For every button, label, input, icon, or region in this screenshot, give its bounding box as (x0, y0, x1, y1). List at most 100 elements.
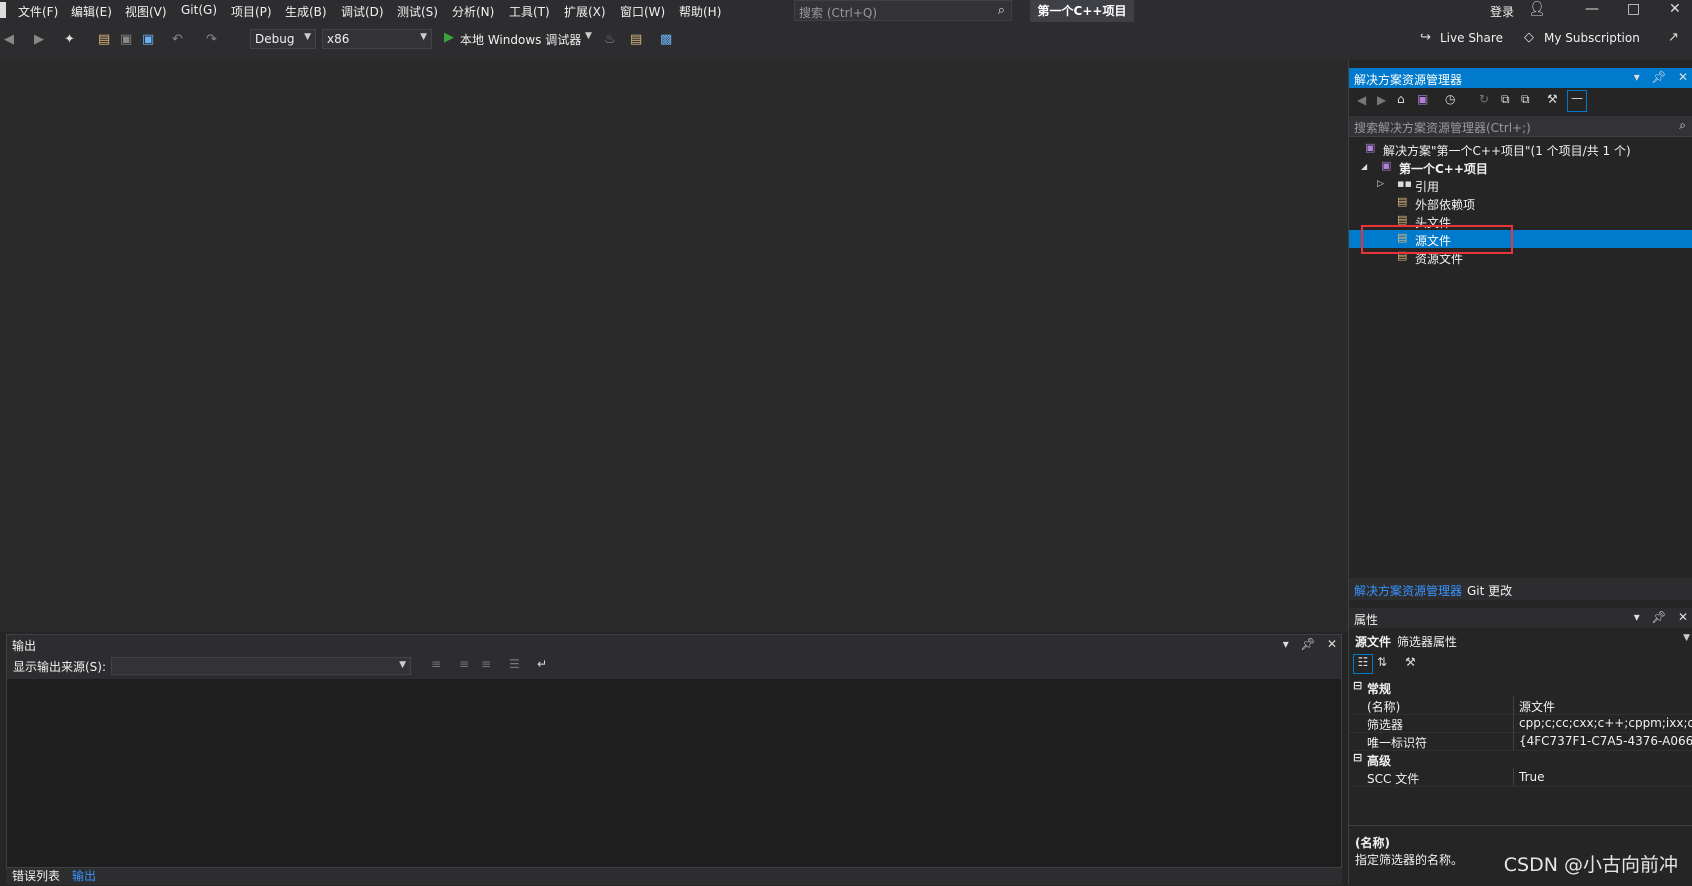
subscription-button[interactable]: My Subscription (1544, 31, 1640, 45)
dropdown-icon[interactable]: ▾ (1634, 70, 1640, 84)
word-wrap-icon[interactable]: ↵ (537, 657, 547, 671)
live-share-button[interactable]: Live Share (1440, 31, 1503, 45)
tab-error-list[interactable]: 错误列表 (6, 868, 66, 885)
dropdown-icon[interactable]: ▾ (1634, 610, 1640, 624)
back-icon[interactable]: ◀ (4, 32, 14, 47)
menu-edit[interactable]: 编辑(E) (71, 3, 112, 20)
tree-external-deps-label: 外部依赖项 (1415, 198, 1476, 212)
column-divider (1513, 714, 1514, 732)
maximize-icon[interactable]: □ (1627, 1, 1640, 17)
undo-icon[interactable]: ↶ (172, 32, 183, 47)
run-debugger-button[interactable]: 本地 Windows 调试器 (460, 31, 581, 48)
collapse-all-icon[interactable]: ⧉ (1501, 92, 1510, 107)
close-icon[interactable]: ✕ (1327, 637, 1337, 651)
menu-tools[interactable]: 工具(T) (509, 3, 550, 20)
project-icon: ▣ (1381, 159, 1392, 172)
save-all-icon[interactable]: ▣ (142, 32, 154, 47)
menu-build[interactable]: 生成(B) (285, 3, 327, 20)
property-pages-icon[interactable]: ⚒ (1405, 655, 1416, 669)
forward-icon[interactable]: ▶ (34, 32, 44, 47)
menu-test[interactable]: 测试(S) (397, 3, 438, 20)
collapse-icon[interactable]: ⊟ (1353, 679, 1362, 692)
next-message-icon[interactable]: ≡ (481, 657, 491, 671)
config-value: Debug (255, 32, 295, 46)
collapsed-arrow-icon[interactable]: ▷ (1377, 179, 1384, 189)
bottom-tab-strip: 错误列表 输出 (6, 868, 1342, 885)
account-icon[interactable]: 👤︎ (1528, 1, 1546, 17)
login-link[interactable]: 登录 (1490, 3, 1514, 20)
tree-solution[interactable]: ▣ 解决方案"第一个C++项目"(1 个项目/共 1 个) (1349, 140, 1692, 158)
forward-icon[interactable]: ▶ (1377, 93, 1386, 107)
menu-file[interactable]: 文件(F) (18, 3, 58, 20)
pin-icon[interactable]: 📌︎ (1300, 637, 1315, 651)
clear-all-icon[interactable]: ☰ (509, 657, 520, 671)
column-divider (1513, 768, 1514, 786)
alphabetical-icon[interactable]: ⇅ (1377, 655, 1387, 669)
hot-reload-icon[interactable]: ♨ (604, 32, 616, 47)
prop-row-scc[interactable]: SCC 文件 True (1349, 768, 1692, 787)
project-title: 第一个C++项目 (1030, 0, 1134, 22)
menu-debug[interactable]: 调试(D) (341, 3, 384, 20)
menu-project[interactable]: 项目(P) (231, 3, 272, 20)
categorized-icon[interactable]: ☷ (1353, 654, 1373, 674)
pending-changes-icon[interactable]: ◷ (1445, 92, 1455, 106)
show-all-files-icon[interactable]: ⧉ (1521, 92, 1530, 107)
redo-icon[interactable]: ↷ (206, 32, 217, 47)
minimize-icon[interactable]: — (1585, 1, 1599, 17)
open-file-icon[interactable]: ▤ (98, 32, 110, 47)
solution-explorer-title-bar: 解决方案资源管理器 ▾ 📌︎ ✕ (1349, 68, 1692, 88)
screenshot-icon[interactable]: ▩ (660, 32, 672, 47)
menu-analyze[interactable]: 分析(N) (452, 3, 494, 20)
prop-key: 唯一标识符 (1367, 736, 1428, 750)
menu-window[interactable]: 窗口(W) (620, 3, 665, 20)
play-icon[interactable]: ▶ (444, 30, 454, 45)
solution-icon: ▣ (1365, 141, 1376, 154)
dropdown-icon[interactable]: ▾ (1283, 637, 1289, 651)
home-icon[interactable]: ⌂ (1397, 92, 1405, 106)
output-title: 输出 (12, 639, 37, 653)
pin-icon[interactable]: 📌︎ (1651, 610, 1666, 624)
menu-view[interactable]: 视图(V) (125, 3, 167, 20)
feedback-icon[interactable]: ↗ (1668, 30, 1679, 45)
sync-icon[interactable]: ↻ (1479, 92, 1489, 106)
expanded-arrow-icon[interactable]: ◢ (1361, 162, 1367, 171)
save-icon[interactable]: ▣ (120, 32, 132, 47)
output-source-dropdown[interactable]: ▼ (111, 657, 411, 675)
prev-message-icon[interactable]: ≡ (459, 657, 469, 671)
live-share-icon: ↪ (1420, 30, 1431, 45)
tab-solution-explorer[interactable]: 解决方案资源管理器 (1354, 582, 1462, 599)
tree-project[interactable]: ◢ ▣ 第一个C++项目 (1349, 158, 1692, 176)
close-icon[interactable]: ✕ (1678, 610, 1688, 624)
close-icon[interactable]: ✕ (1678, 70, 1688, 84)
menu-help[interactable]: 帮助(H) (679, 3, 721, 20)
category-general[interactable]: ⊟ 常规 (1349, 678, 1692, 696)
tab-git-changes[interactable]: Git 更改 (1467, 582, 1512, 599)
menu-git[interactable]: Git(G) (181, 3, 217, 17)
find-message-icon[interactable]: ≡ (431, 657, 441, 671)
properties-object-selector[interactable]: 源文件 筛选器属性 ▼ (1349, 630, 1692, 650)
prop-row-id[interactable]: 唯一标识符 {4FC737F1-C7A5-4376-A066-2 (1349, 732, 1692, 751)
editor-area[interactable] (0, 60, 1348, 632)
tab-output[interactable]: 输出 (66, 868, 102, 885)
close-window-icon[interactable]: ✕ (1669, 1, 1681, 17)
category-advanced[interactable]: ⊟ 高级 (1349, 750, 1692, 768)
menu-extensions[interactable]: 扩展(X) (564, 3, 606, 20)
preview-icon[interactable]: — (1567, 90, 1587, 112)
config-dropdown[interactable]: Debug ▼ (250, 29, 316, 49)
pin-icon[interactable]: 📌︎ (1651, 70, 1666, 84)
switch-views-icon[interactable]: ▣ (1417, 92, 1428, 106)
collapse-icon[interactable]: ⊟ (1353, 751, 1362, 764)
back-icon[interactable]: ◀ (1357, 93, 1366, 107)
solution-explorer-search[interactable]: 搜索解决方案资源管理器(Ctrl+;) ⌕ (1349, 116, 1692, 137)
panel-controls: ▾ 📌︎ ✕ (1634, 610, 1688, 624)
tree-references[interactable]: ▷ ▪▪ 引用 (1349, 176, 1692, 194)
properties-icon[interactable]: ⚒ (1547, 92, 1558, 106)
folder-icon[interactable]: ▤ (630, 32, 642, 47)
new-project-icon[interactable]: ✦ (64, 32, 75, 47)
search-input[interactable]: 搜索 (Ctrl+Q) ⌕ (794, 0, 1012, 21)
tree-external-deps[interactable]: ▤ 外部依赖项 (1349, 194, 1692, 212)
platform-dropdown[interactable]: x86 ▼ (322, 29, 432, 49)
prop-row-filter[interactable]: 筛选器 cpp;c;cc;cxx;c++;cppm;ixx;def (1349, 714, 1692, 733)
chevron-down-icon[interactable]: ▼ (585, 31, 592, 41)
prop-row-name[interactable]: (名称) 源文件 (1349, 696, 1692, 715)
